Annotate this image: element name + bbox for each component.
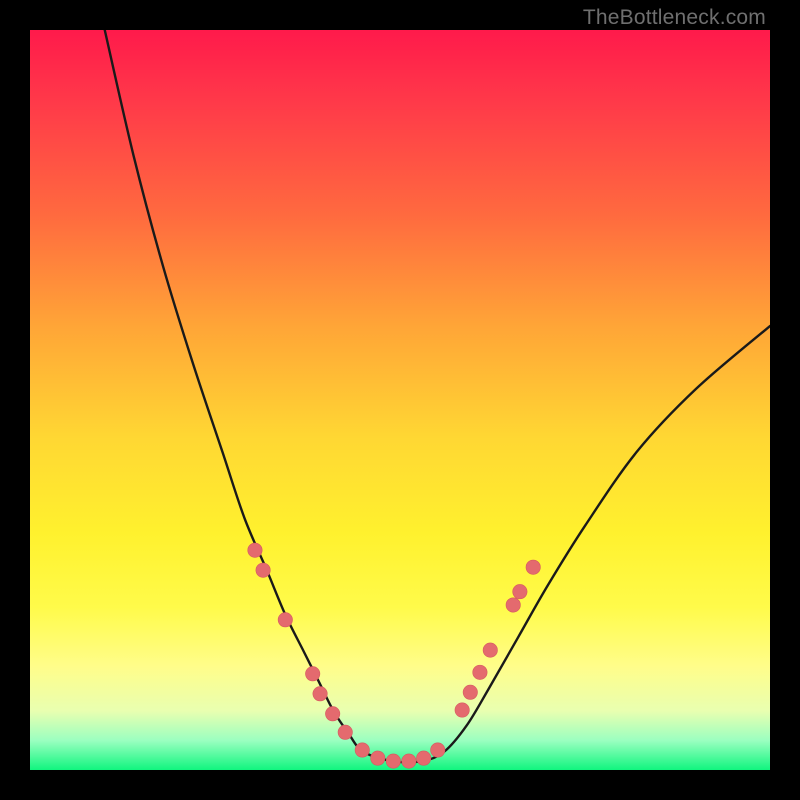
curve-marker: [416, 751, 430, 765]
watermark-text: TheBottleneck.com: [583, 6, 766, 30]
curve-marker: [402, 754, 416, 768]
curve-path: [105, 30, 770, 762]
curve-markers: [248, 543, 541, 768]
curve-marker: [455, 703, 469, 717]
curve-marker: [313, 687, 327, 701]
curve-marker: [355, 743, 369, 757]
curve-marker: [338, 725, 352, 739]
curve-marker: [473, 665, 487, 679]
curve-marker: [248, 543, 262, 557]
curve-marker: [506, 598, 520, 612]
curve-marker: [526, 560, 540, 574]
curve-marker: [431, 743, 445, 757]
chart-frame: TheBottleneck.com: [0, 0, 800, 800]
curve-marker: [256, 563, 270, 577]
curve-marker: [513, 584, 527, 598]
curve-marker: [463, 685, 477, 699]
curve-marker: [386, 754, 400, 768]
curve-marker: [325, 707, 339, 721]
chart-plot-area: [30, 30, 770, 770]
curve-marker: [483, 643, 497, 657]
curve-marker: [305, 667, 319, 681]
chart-svg: [30, 30, 770, 770]
curve-marker: [371, 751, 385, 765]
curve-marker: [278, 613, 292, 627]
